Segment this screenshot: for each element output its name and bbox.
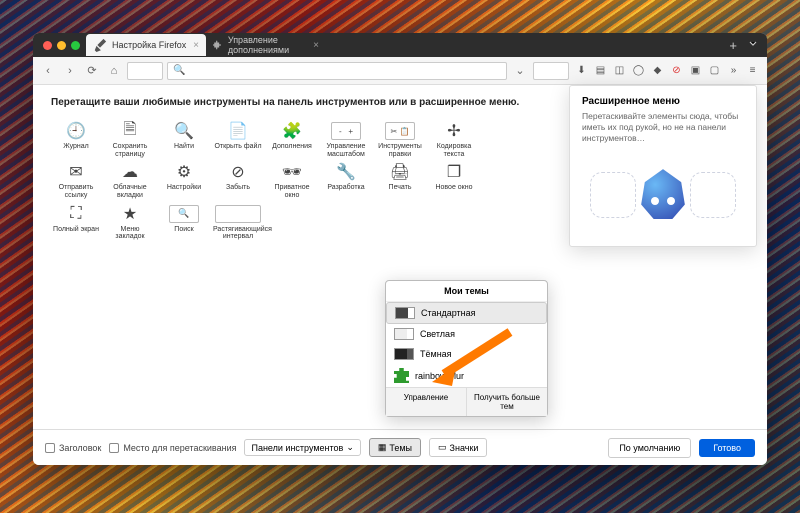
new-tab-button[interactable]: + xyxy=(729,38,737,53)
themes-popup-footer: Управление Получить больше тем xyxy=(386,387,547,416)
theme-option-rainbow[interactable]: rainbow blur xyxy=(386,364,547,387)
theme-option-default[interactable]: Стандартная xyxy=(386,302,547,324)
addon-theme-icon xyxy=(394,368,409,383)
window-controls xyxy=(37,41,86,50)
tool-history[interactable]: 🕘Журнал xyxy=(51,122,101,158)
url-bar[interactable] xyxy=(127,62,163,80)
adblock-icon[interactable]: ⊘ xyxy=(668,62,685,79)
theme-option-dark[interactable]: Тёмная xyxy=(386,344,547,364)
account-icon[interactable]: ◯ xyxy=(630,62,647,79)
close-tab-icon[interactable]: × xyxy=(193,40,199,51)
density-button[interactable]: ▭Значки xyxy=(429,438,487,457)
overflow-illustration xyxy=(582,154,744,236)
toolbars-dropdown[interactable]: Панели инструментов⌄ xyxy=(244,439,360,456)
forward-button[interactable]: › xyxy=(61,62,79,80)
tab-addons[interactable]: Управление дополнениями × xyxy=(206,34,326,56)
paintbrush-icon xyxy=(93,38,107,52)
url-dropdown[interactable]: ⌄ xyxy=(511,62,529,80)
chevron-down-icon: ⌄ xyxy=(346,442,354,453)
overflow-icon[interactable]: » xyxy=(725,62,742,79)
nav-toolbar: ‹ › ⟳ ⌂ 🔍 ⌄ ⬇ ▤ ◫ ◯ ◆ ⊘ ▣ ▢ » ≡ xyxy=(33,57,767,85)
title-checkbox[interactable]: Заголовок xyxy=(45,443,101,453)
themes-button[interactable]: ▦Темы xyxy=(369,438,421,457)
theme-swatch-icon: ▦ xyxy=(378,442,387,453)
themes-popup: Мои темы Стандартная Светлая Тёмная rain… xyxy=(385,280,548,417)
tool-addons[interactable]: 🧩Дополнения xyxy=(267,122,317,158)
tool-flex-spacer[interactable]: Растягивающийся интервал xyxy=(213,205,263,241)
tool-save-page[interactable]: 🗎Сохранить страницу xyxy=(105,122,155,158)
drag-space-checkbox[interactable]: Место для перетаскивания xyxy=(109,443,236,453)
tool-settings[interactable]: ⚙Настройки xyxy=(159,163,209,199)
toolbar-icons: ⬇ ▤ ◫ ◯ ◆ ⊘ ▣ ▢ » ≡ xyxy=(573,62,761,79)
tab-label: Управление дополнениями xyxy=(228,35,308,55)
tool-private[interactable]: 🕶Приватное окно xyxy=(267,163,317,199)
tool-print[interactable]: 🖨Печать xyxy=(375,163,425,199)
tool-new-window[interactable]: ❐Новое окно xyxy=(429,163,479,199)
extension-icon[interactable]: ▣ xyxy=(687,62,704,79)
density-icon: ▭ xyxy=(438,442,447,453)
tool-zoom[interactable]: - +Управление масштабом xyxy=(321,122,371,158)
tool-encoding[interactable]: ✢Кодировка текста xyxy=(429,122,479,158)
sidebar-icon[interactable]: ◫ xyxy=(611,62,628,79)
theme-option-light[interactable]: Светлая xyxy=(386,324,547,344)
close-tab-icon[interactable]: × xyxy=(313,40,319,51)
tool-search[interactable]: 🔍Поиск xyxy=(159,205,209,241)
tool-forget[interactable]: ⊘Забыть xyxy=(213,163,263,199)
tab-overflow-button[interactable] xyxy=(747,36,759,54)
tool-bookmarks-menu[interactable]: ★Меню закладок xyxy=(105,205,155,241)
search-icon: 🔍 xyxy=(173,65,185,76)
tool-fullscreen[interactable]: ⛶Полный экран xyxy=(51,205,101,241)
zoom-window-button[interactable] xyxy=(71,41,80,50)
get-more-themes-button[interactable]: Получить больше тем xyxy=(467,388,547,416)
tool-cloud-tabs[interactable]: ☁Облачные вкладки xyxy=(105,163,155,199)
puzzle-icon xyxy=(213,38,223,52)
mascot-icon xyxy=(637,169,689,221)
customize-footer: Заголовок Место для перетаскивания Панел… xyxy=(33,429,767,465)
tool-email-link[interactable]: ✉Отправить ссылку xyxy=(51,163,101,199)
search-field[interactable] xyxy=(533,62,569,80)
overflow-menu-preview[interactable]: Расширенное меню Перетаскивайте элементы… xyxy=(569,85,757,247)
home-button[interactable]: ⌂ xyxy=(105,62,123,80)
menu-icon[interactable]: ≡ xyxy=(744,62,761,79)
done-button[interactable]: Готово xyxy=(699,439,755,457)
tool-developer[interactable]: 🔧Разработка xyxy=(321,163,371,199)
close-window-button[interactable] xyxy=(43,41,52,50)
restore-defaults-button[interactable]: По умолчанию xyxy=(608,438,691,458)
shield-icon[interactable]: ◆ xyxy=(649,62,666,79)
tool-open-file[interactable]: 📄Открыть файл xyxy=(213,122,263,158)
themes-popup-title: Мои темы xyxy=(386,281,547,302)
tab-bar: Настройка Firefox × Управление дополнени… xyxy=(33,33,767,57)
tab-label: Настройка Firefox xyxy=(112,40,186,50)
overflow-title: Расширенное меню xyxy=(582,96,744,107)
extension-icon[interactable]: ▢ xyxy=(706,62,723,79)
library-icon[interactable]: ▤ xyxy=(592,62,609,79)
minimize-window-button[interactable] xyxy=(57,41,66,50)
back-button[interactable]: ‹ xyxy=(39,62,57,80)
awesome-bar[interactable]: 🔍 xyxy=(167,62,507,80)
tab-customize[interactable]: Настройка Firefox × xyxy=(86,34,206,56)
downloads-icon[interactable]: ⬇ xyxy=(573,62,590,79)
overflow-desc: Перетаскивайте элементы сюда, чтобы имет… xyxy=(582,111,744,144)
reload-button[interactable]: ⟳ xyxy=(83,62,101,80)
tool-edit[interactable]: ✂ 📋Инструменты правки xyxy=(375,122,425,158)
manage-themes-button[interactable]: Управление xyxy=(386,388,467,416)
tool-find[interactable]: 🔍Найти xyxy=(159,122,209,158)
